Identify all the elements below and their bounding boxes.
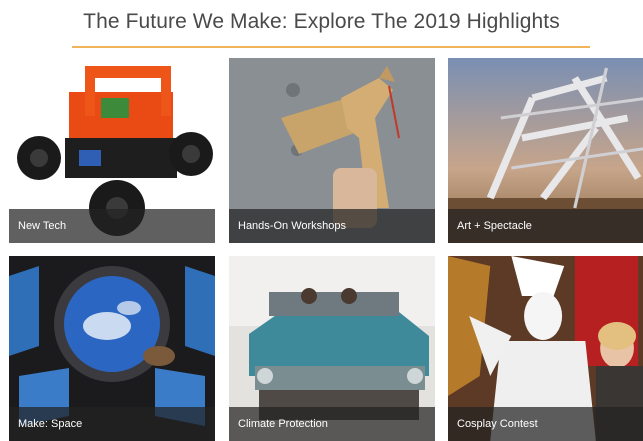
tile-art-spectacle[interactable]: Art + Spectacle bbox=[448, 58, 643, 243]
tile-make-space[interactable]: Make: Space bbox=[9, 256, 215, 441]
title-divider bbox=[72, 46, 590, 48]
tile-caption: Art + Spectacle bbox=[448, 209, 643, 243]
tile-climate-protection[interactable]: Climate Protection bbox=[229, 256, 435, 441]
tile-cosplay-contest[interactable]: Cosplay Contest bbox=[448, 256, 643, 441]
page-title: The Future We Make: Explore The 2019 Hig… bbox=[83, 10, 560, 33]
tile-caption: New Tech bbox=[9, 209, 215, 243]
tile-caption: Cosplay Contest bbox=[448, 407, 643, 441]
tile-caption: Climate Protection bbox=[229, 407, 435, 441]
tile-caption: Hands-On Workshops bbox=[229, 209, 435, 243]
tile-new-tech[interactable]: New Tech bbox=[9, 58, 215, 243]
tile-hands-on-workshops[interactable]: Hands-On Workshops bbox=[229, 58, 435, 243]
tile-caption: Make: Space bbox=[9, 407, 215, 441]
